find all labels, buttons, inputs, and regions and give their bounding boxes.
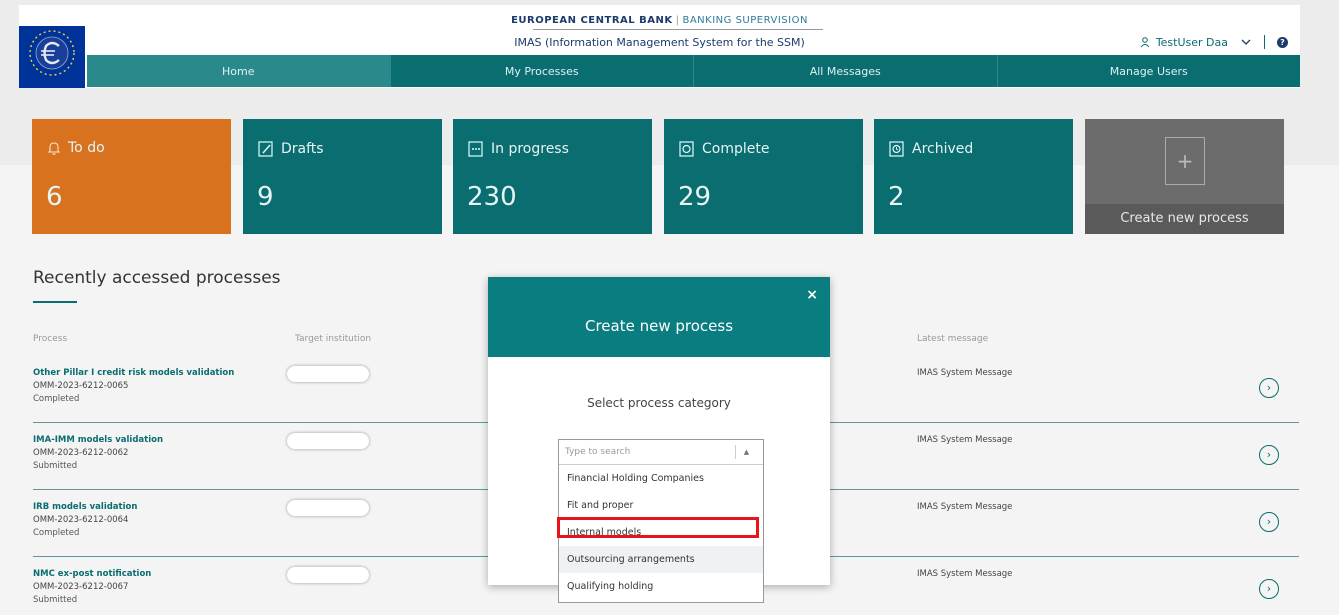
modal-title: Create new process bbox=[584, 317, 734, 335]
tile-drafts-head: Drafts bbox=[257, 140, 324, 158]
nav-manage-users[interactable]: Manage Users bbox=[998, 55, 1301, 87]
org-title: EUROPEAN CENTRAL BANK | BANKING SUPERVISIO… bbox=[511, 15, 808, 26]
modal-subtitle: Select process category bbox=[587, 396, 731, 410]
tile-count: 9 bbox=[257, 182, 274, 212]
col-target-institution: Target institution bbox=[295, 334, 372, 344]
close-icon[interactable]: × bbox=[806, 287, 818, 303]
help-icon[interactable]: ? bbox=[1277, 36, 1288, 48]
tile-label: Drafts bbox=[281, 141, 324, 157]
process-status: Submitted bbox=[33, 461, 78, 471]
app-title: IMAS (Information Management System for … bbox=[514, 36, 805, 49]
tile-todo[interactable]: To do 6 bbox=[32, 119, 231, 234]
process-code: OMM-2023-6212-0067 bbox=[33, 582, 129, 592]
option-outsourcing-arrangements[interactable]: Outsourcing arrangements bbox=[559, 546, 763, 573]
process-status: Completed bbox=[33, 528, 80, 538]
complete-icon bbox=[679, 141, 694, 157]
redacted-institution bbox=[287, 567, 369, 583]
tile-in-progress[interactable]: In progress 230 bbox=[453, 119, 652, 234]
tile-label: In progress bbox=[491, 141, 569, 157]
drafts-icon bbox=[258, 141, 273, 157]
option-internal-models[interactable]: Internal models bbox=[559, 519, 763, 546]
tile-drafts[interactable]: Drafts 9 bbox=[243, 119, 442, 234]
in-progress-icon bbox=[468, 141, 483, 157]
euro-logo-icon bbox=[29, 30, 75, 76]
tile-count: 29 bbox=[678, 182, 712, 212]
tile-archived-head: Archived bbox=[888, 140, 973, 158]
tile-complete-head: Complete bbox=[678, 140, 769, 158]
tile-label: To do bbox=[68, 140, 105, 156]
option-fit-and-proper[interactable]: Fit and proper bbox=[559, 492, 763, 519]
process-status: Completed bbox=[33, 394, 80, 404]
tile-count: 230 bbox=[467, 182, 517, 212]
tile-todo-head: To do bbox=[46, 140, 105, 156]
chevron-up-icon[interactable]: ▲ bbox=[735, 445, 757, 459]
user-name[interactable]: TestUser Daa bbox=[1156, 36, 1228, 49]
nav-all-messages[interactable]: All Messages bbox=[694, 55, 998, 87]
section-underline bbox=[33, 301, 77, 303]
open-process-chevron-icon[interactable]: › bbox=[1259, 445, 1279, 465]
process-name-link[interactable]: IRB models validation bbox=[33, 502, 137, 512]
open-process-chevron-icon[interactable]: › bbox=[1259, 512, 1279, 532]
process-code: OMM-2023-6212-0065 bbox=[33, 381, 129, 391]
tile-count: 6 bbox=[46, 182, 63, 212]
user-menu[interactable]: TestUser Daa ? bbox=[1140, 35, 1288, 49]
latest-message: IMAS System Message bbox=[917, 569, 1013, 579]
latest-message: IMAS System Message bbox=[917, 502, 1013, 512]
col-process: Process bbox=[33, 334, 68, 344]
process-code: OMM-2023-6212-0064 bbox=[33, 515, 129, 525]
redacted-institution bbox=[287, 433, 369, 449]
open-process-chevron-icon[interactable]: › bbox=[1259, 579, 1279, 599]
ecb-logo bbox=[19, 26, 85, 88]
process-status: Submitted bbox=[33, 595, 78, 605]
process-category-select[interactable]: ▲ Financial Holding Companies Fit and pr… bbox=[558, 439, 764, 603]
process-name-link[interactable]: IMA-IMM models validation bbox=[33, 435, 163, 445]
user-icon bbox=[1140, 36, 1150, 47]
tile-label: Archived bbox=[912, 141, 974, 157]
process-code: OMM-2023-6212-0062 bbox=[33, 448, 129, 458]
chevron-down-icon[interactable] bbox=[1240, 38, 1252, 46]
redacted-institution bbox=[287, 500, 369, 516]
title-underline bbox=[533, 29, 823, 30]
process-name-link[interactable]: Other Pillar I credit risk models valida… bbox=[33, 368, 234, 378]
section-title: Recently accessed processes bbox=[33, 268, 281, 288]
tile-complete[interactable]: Complete 29 bbox=[664, 119, 863, 234]
search-input[interactable] bbox=[565, 444, 731, 460]
tile-in-progress-head: In progress bbox=[467, 140, 569, 158]
option-qualifying-holding[interactable]: Qualifying holding bbox=[559, 573, 763, 600]
redacted-institution bbox=[287, 366, 369, 382]
tile-label: Complete bbox=[702, 141, 770, 157]
modal-header: × Create new process bbox=[488, 277, 830, 357]
create-new-process-label: Create new process bbox=[1085, 204, 1284, 234]
latest-message: IMAS System Message bbox=[917, 368, 1013, 378]
open-process-chevron-icon[interactable]: › bbox=[1259, 378, 1279, 398]
nav-home[interactable]: Home bbox=[87, 55, 391, 87]
tile-count: 2 bbox=[888, 182, 905, 212]
select-search-box: ▲ bbox=[559, 440, 763, 465]
tile-create-new-process[interactable]: + Create new process bbox=[1085, 119, 1284, 234]
latest-message: IMAS System Message bbox=[917, 435, 1013, 445]
plus-icon: + bbox=[1165, 137, 1205, 185]
tile-archived[interactable]: Archived 2 bbox=[874, 119, 1073, 234]
nav-my-processes[interactable]: My Processes bbox=[391, 55, 694, 87]
col-latest-message: Latest message bbox=[917, 334, 989, 344]
archived-icon bbox=[889, 141, 904, 157]
process-name-link[interactable]: NMC ex-post notification bbox=[33, 569, 151, 579]
bell-icon bbox=[47, 142, 61, 155]
option-financial-holding-companies[interactable]: Financial Holding Companies bbox=[559, 465, 763, 492]
user-divider bbox=[1264, 35, 1265, 49]
main-nav: Home My Processes All Messages Manage Us… bbox=[87, 55, 1300, 87]
